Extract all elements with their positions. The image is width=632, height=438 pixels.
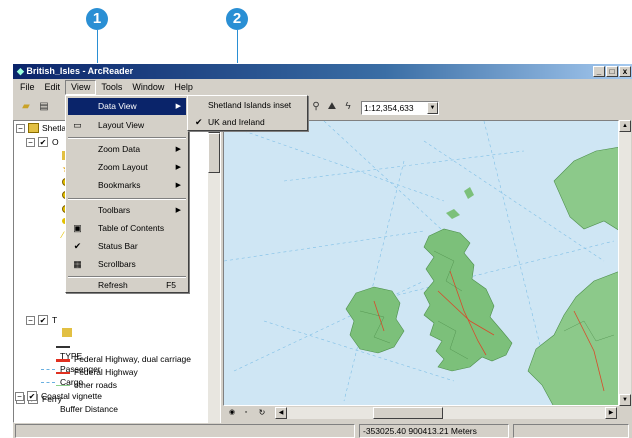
hyperlink-icon[interactable]: ϟ xyxy=(341,100,355,114)
map-vertical-scrollbar[interactable]: ▲ ▼ xyxy=(619,120,631,406)
menu-view[interactable]: View xyxy=(65,80,97,95)
layer-symbol-icon xyxy=(62,328,72,337)
status-message xyxy=(15,424,355,438)
scale-dropdown-icon[interactable]: ▼ xyxy=(427,102,438,114)
maximize-button[interactable]: □ xyxy=(606,66,618,77)
refresh-shortcut: F5 xyxy=(166,280,176,290)
menu-bar: File Edit View Tools Window Help xyxy=(13,79,632,96)
h-scroll-thumb[interactable] xyxy=(373,407,443,419)
layer-icon xyxy=(28,123,39,133)
submenu-arrow-icon: ▶ xyxy=(175,182,181,189)
status-extra xyxy=(513,424,629,438)
legend-label: Passenger xyxy=(60,364,101,374)
layer-checkbox[interactable]: ✔ xyxy=(27,391,37,401)
toc-root-label[interactable]: Shetla xyxy=(42,122,66,135)
print-icon[interactable]: ▤ xyxy=(37,100,51,114)
coastal-layer-label[interactable]: Coastal vignette xyxy=(41,390,102,403)
menu-item-status-bar[interactable]: ✔ Status Bar xyxy=(68,238,186,255)
status-coordinates: -353025.40 900413.21 Meters xyxy=(359,424,509,438)
scroll-thumb[interactable] xyxy=(208,133,220,173)
toc-group-label[interactable]: O xyxy=(52,136,59,149)
minimize-button[interactable]: _ xyxy=(593,66,605,77)
coastal-field-label: Buffer Distance xyxy=(60,404,118,414)
legend-label: Cargo xyxy=(60,377,84,387)
window-title: British_Isles - ArcReader xyxy=(26,66,134,76)
legend-line-swatch xyxy=(41,382,55,383)
callout-2: 2 xyxy=(226,8,248,30)
map-view[interactable] xyxy=(223,120,619,406)
menu-item-zoom-layout[interactable]: Zoom Layout ▶ xyxy=(68,159,186,176)
map-canvas xyxy=(224,121,618,405)
menu-tools[interactable]: Tools xyxy=(96,80,127,95)
submenu-arrow-icon: ▶ xyxy=(175,146,181,153)
view-menu: Data View ▶ ▭ Layout View Zoom Data ▶ Zoom … xyxy=(65,95,189,293)
callout-1: 1 xyxy=(86,8,108,30)
submenu-item-uk-and-ireland[interactable]: ✔ UK and Ireland xyxy=(190,114,305,130)
layer-checkbox[interactable]: ✔ xyxy=(38,137,48,147)
data-view-tab-icon[interactable]: ◉ xyxy=(225,407,239,418)
expand-toggle-icon[interactable]: − xyxy=(16,124,25,133)
menu-window[interactable]: Window xyxy=(127,80,169,95)
table-of-contents-icon: ▣ xyxy=(73,223,82,233)
scrollbars-icon: ▦ xyxy=(73,259,82,269)
legend-line-swatch xyxy=(41,369,55,370)
submenu-arrow-icon: ▶ xyxy=(175,103,181,110)
map-horizontal-scrollbar[interactable]: ◉ ▫ ↻ ◀ ▶ xyxy=(223,406,619,419)
menu-item-layout-view[interactable]: ▭ Layout View xyxy=(68,117,186,134)
menu-item-zoom-data[interactable]: Zoom Data ▶ xyxy=(68,141,186,158)
toc-scrollbar[interactable]: ▲ xyxy=(208,121,220,423)
menu-help[interactable]: Help xyxy=(169,80,198,95)
checkmark-icon: ✔ xyxy=(73,241,82,251)
layout-view-tab-icon[interactable]: ▫ xyxy=(239,407,253,418)
menu-item-refresh[interactable]: Refresh F5 xyxy=(68,277,186,294)
scroll-right-icon[interactable]: ▶ xyxy=(605,407,617,419)
legend-line-swatch xyxy=(56,346,70,348)
toc-group-label[interactable]: T xyxy=(52,314,57,327)
close-button[interactable]: x xyxy=(619,66,631,77)
h-scroll-track[interactable] xyxy=(287,407,605,419)
submenu-arrow-icon: ▶ xyxy=(175,207,181,214)
submenu-arrow-icon: ▶ xyxy=(175,164,181,171)
menu-item-data-view[interactable]: Data View ▶ xyxy=(68,98,186,115)
measure-icon[interactable]: ⛰ xyxy=(325,100,339,114)
scroll-up-icon[interactable]: ▲ xyxy=(619,120,631,132)
refresh-tab-icon[interactable]: ↻ xyxy=(255,407,269,418)
find-icon[interactable]: ⚲ xyxy=(309,100,323,114)
title-bar: ◆ British_Isles - ArcReader _ □ x xyxy=(13,64,632,79)
scroll-left-icon[interactable]: ◀ xyxy=(275,407,287,419)
layer-checkbox[interactable]: ✔ xyxy=(38,315,48,325)
data-view-submenu: Shetland Islands inset ✔ UK and Ireland xyxy=(187,95,308,131)
menu-item-bookmarks[interactable]: Bookmarks ▶ xyxy=(68,177,186,194)
submenu-item-shetland-inset[interactable]: Shetland Islands inset xyxy=(190,97,305,113)
menu-item-table-of-contents[interactable]: ▣ Table of Contents xyxy=(68,220,186,237)
expand-toggle-icon[interactable]: − xyxy=(26,316,35,325)
status-bar: -353025.40 900413.21 Meters xyxy=(13,423,632,438)
menu-item-scrollbars[interactable]: ▦ Scrollbars xyxy=(68,256,186,273)
expand-toggle-icon[interactable]: − xyxy=(15,392,24,401)
checkmark-icon: ✔ xyxy=(195,117,203,127)
toc-lower-legend: TYPE Passenger Cargo − ✔ Coastal vignett… xyxy=(13,350,207,422)
scroll-down-icon[interactable]: ▼ xyxy=(619,394,631,406)
expand-toggle-icon[interactable]: − xyxy=(26,138,35,147)
menu-file[interactable]: File xyxy=(15,80,40,95)
ferry-field-label: TYPE xyxy=(60,351,83,361)
app-icon: ◆ xyxy=(17,66,27,76)
open-icon[interactable]: ▰ xyxy=(19,100,33,114)
menu-item-toolbars[interactable]: Toolbars ▶ xyxy=(68,202,186,219)
menu-edit[interactable]: Edit xyxy=(40,80,66,95)
layout-view-icon: ▭ xyxy=(73,120,82,130)
